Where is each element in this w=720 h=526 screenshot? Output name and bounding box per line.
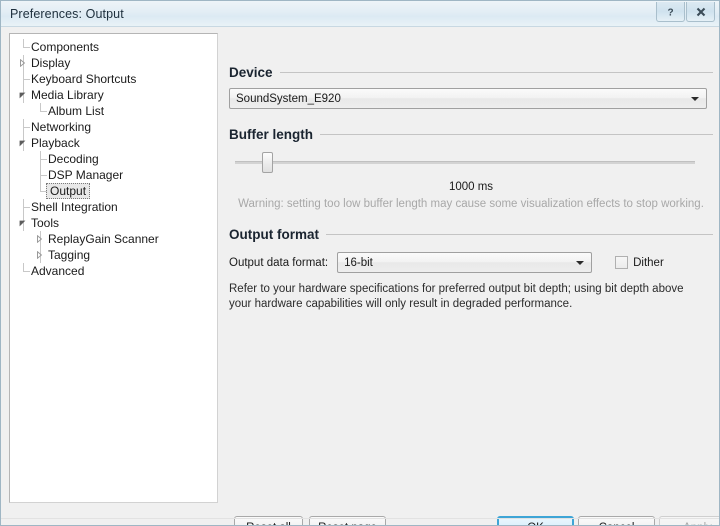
dither-checkbox[interactable] — [615, 256, 629, 269]
buffer-length-group: Buffer length 1000 ms Warning: setting t… — [229, 125, 713, 210]
sidebar-item-label: Advanced — [31, 264, 85, 278]
sidebar-item-networking[interactable]: Networking — [10, 119, 217, 135]
buffer-length-warning: Warning: setting too low buffer length m… — [238, 198, 704, 210]
chevron-down-icon[interactable] — [17, 215, 30, 231]
sidebar-item-decoding[interactable]: Decoding — [10, 151, 217, 167]
sidebar-item-replaygain-scanner[interactable]: ReplayGain Scanner — [10, 231, 217, 247]
output-format-group-header: Output format — [229, 225, 713, 243]
tree-leaf-marker — [17, 199, 30, 215]
sidebar-item-media-library[interactable]: Media Library — [10, 87, 217, 103]
tree-leaf-marker — [34, 151, 47, 167]
sidebar-item-label: Album List — [48, 104, 105, 118]
output-data-format-row: Output data format: 16-bit Dither — [229, 252, 713, 273]
sidebar-item-label: ReplayGain Scanner — [48, 232, 159, 246]
settings-pane: Device SoundSystem_E920 Buffer length 10… — [229, 27, 713, 525]
sidebar-item-dsp-manager[interactable]: DSP Manager — [10, 167, 217, 183]
sidebar-item-components[interactable]: Components — [10, 39, 217, 55]
dither-checkbox-row[interactable]: Dither — [615, 256, 664, 269]
close-button[interactable] — [686, 2, 715, 22]
sidebar-item-label: Playback — [31, 136, 80, 150]
sidebar-item-label: Media Library — [31, 88, 104, 102]
chevron-down-icon[interactable] — [17, 135, 30, 151]
group-divider — [326, 233, 713, 235]
output-format-group: Output format Output data format: 16-bit… — [229, 225, 713, 312]
chevron-down-icon[interactable] — [17, 87, 30, 103]
sidebar-item-label: Shell Integration — [31, 200, 118, 214]
sidebar-item-label: Display — [31, 56, 71, 70]
tree-leaf-marker — [17, 263, 30, 279]
svg-text:?: ? — [667, 7, 673, 18]
sidebar-item-advanced[interactable]: Advanced — [10, 263, 217, 279]
sidebar-item-output[interactable]: Output — [10, 183, 217, 199]
title-bar: Preferences: Output ? — [1, 1, 719, 27]
sidebar-item-label: Keyboard Shortcuts — [31, 72, 137, 86]
sidebar-item-tools[interactable]: Tools — [10, 215, 217, 231]
device-group-header: Device — [229, 63, 713, 81]
chevron-down-icon[interactable] — [576, 260, 585, 265]
output-data-format-label: Output data format: — [229, 256, 329, 269]
slider-thumb[interactable] — [261, 152, 273, 173]
sidebar-item-display[interactable]: Display — [10, 55, 217, 71]
chevron-right-icon[interactable] — [34, 247, 47, 263]
device-select-value: SoundSystem_E920 — [236, 92, 341, 105]
output-data-format-select[interactable]: 16-bit — [337, 252, 593, 273]
tree-leaf-marker — [17, 71, 30, 87]
sidebar-item-label: Tagging — [48, 248, 91, 262]
tree-leaf-marker — [34, 183, 47, 199]
title-bar-buttons: ? — [656, 2, 715, 22]
tree-leaf-marker — [34, 167, 47, 183]
output-format-group-title: Output format — [229, 226, 319, 242]
sidebar-item-tagging[interactable]: Tagging — [10, 247, 217, 263]
help-button[interactable]: ? — [656, 2, 685, 22]
chevron-down-icon[interactable] — [691, 96, 699, 101]
device-group-title: Device — [229, 64, 273, 80]
preferences-dialog: Preferences: Output ? Components Display… — [0, 0, 720, 526]
slider-track[interactable] — [235, 161, 695, 164]
device-group: Device SoundSystem_E920 — [229, 63, 713, 109]
buffer-length-value: 1000 ms — [448, 181, 494, 193]
question-mark-icon: ? — [667, 7, 673, 18]
group-divider — [320, 133, 713, 135]
tree-leaf-marker — [17, 119, 30, 135]
sidebar-item-album-list[interactable]: Album List — [10, 103, 217, 119]
close-icon — [696, 7, 705, 16]
settings-tree[interactable]: Components Display Keyboard Shortcuts Me… — [9, 33, 218, 503]
sidebar-item-label: Networking — [31, 120, 92, 134]
dialog-body: Components Display Keyboard Shortcuts Me… — [1, 27, 719, 525]
footer-divider — [1, 518, 719, 519]
chevron-right-icon[interactable] — [17, 55, 30, 71]
buffer-group-header: Buffer length — [229, 125, 713, 143]
tree-leaf-marker — [34, 103, 47, 119]
group-divider — [279, 71, 713, 73]
sidebar-item-label: Components — [31, 40, 100, 54]
tree-leaf-marker — [17, 39, 30, 55]
buffer-length-slider[interactable] — [229, 152, 713, 176]
buffer-group-title: Buffer length — [229, 126, 313, 142]
sidebar-item-keyboard-shortcuts[interactable]: Keyboard Shortcuts — [10, 71, 217, 87]
sidebar-item-label: DSP Manager — [48, 168, 124, 182]
sidebar-item-label: Tools — [31, 216, 60, 230]
dither-label: Dither — [633, 256, 664, 269]
sidebar-item-label: Output — [46, 183, 91, 199]
device-select[interactable]: SoundSystem_E920 — [229, 88, 707, 109]
sidebar-item-shell-integration[interactable]: Shell Integration — [10, 199, 217, 215]
chevron-right-icon[interactable] — [34, 231, 47, 247]
sidebar-item-playback[interactable]: Playback — [10, 135, 217, 151]
output-format-description: Refer to your hardware specifications fo… — [229, 283, 684, 310]
sidebar-item-label: Decoding — [48, 152, 99, 166]
window-title: Preferences: Output — [10, 6, 124, 21]
output-data-format-value: 16-bit — [344, 256, 373, 269]
